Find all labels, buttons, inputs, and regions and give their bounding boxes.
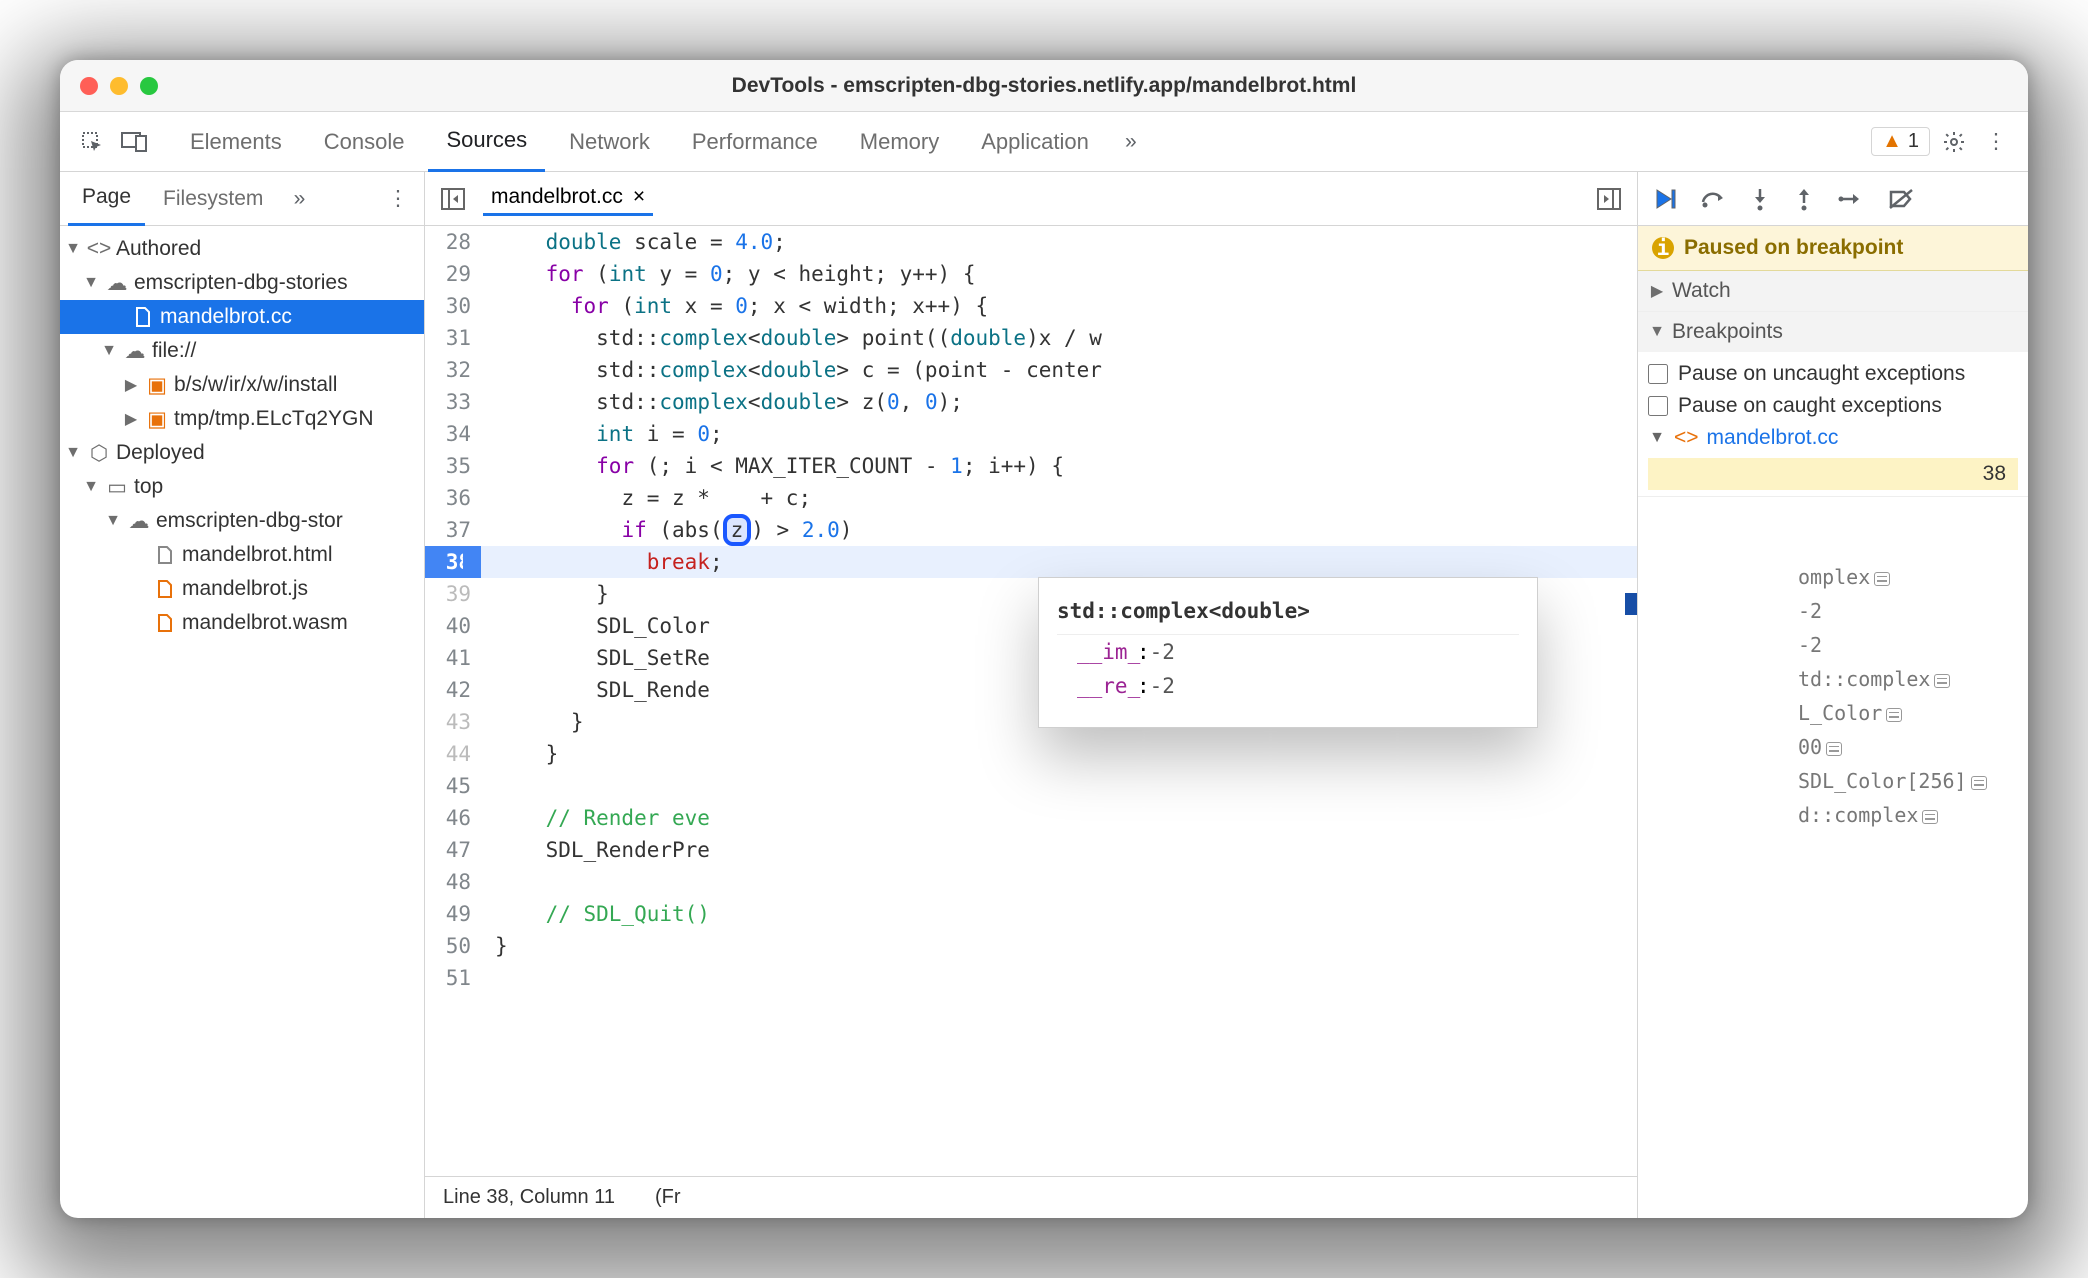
editor-tab[interactable]: mandelbrot.cc×	[483, 181, 653, 216]
deactivate-breakpoints-icon[interactable]	[1888, 188, 1914, 210]
toggle-debugger-icon[interactable]	[1591, 181, 1627, 217]
tab-network[interactable]: Network	[551, 112, 668, 172]
tree-deployed[interactable]: ▼⬡Deployed	[60, 436, 424, 470]
main-toolbar: Elements Console Sources Network Perform…	[60, 112, 2028, 172]
body: Page Filesystem » ⋮ ▼<>Authored ▼☁emscri…	[60, 172, 2028, 1218]
breakpoints-header[interactable]: ▼Breakpoints	[1638, 312, 2028, 352]
pause-uncaught-checkbox[interactable]: Pause on uncaught exceptions	[1648, 358, 2018, 390]
resume-icon[interactable]	[1654, 188, 1676, 210]
tree-origin-2[interactable]: ▼☁emscripten-dbg-stor	[60, 504, 424, 538]
step-over-icon[interactable]	[1700, 188, 1726, 210]
breakpoint-file[interactable]: ▼<>mandelbrot.cc	[1648, 422, 2018, 454]
cursor-position: Line 38, Column 11	[443, 1186, 615, 1209]
step-into-icon[interactable]	[1750, 187, 1770, 211]
step-icon[interactable]	[1838, 189, 1864, 209]
coverage-marker	[1625, 593, 1637, 615]
scope-values: omplex-2-2td::complexL_Color00SDL_Color[…	[1798, 560, 2028, 832]
editor-statusbar: Line 38, Column 11 (Fr	[425, 1176, 1637, 1218]
info-icon: i	[1652, 237, 1674, 259]
toggle-navigator-icon[interactable]	[435, 181, 471, 217]
breakpoints-section: ▼Breakpoints Pause on uncaught exception…	[1638, 312, 2028, 497]
device-toolbar-icon[interactable]	[116, 124, 152, 160]
debugger-toolbar	[1638, 172, 2028, 226]
inspect-icon[interactable]	[74, 124, 110, 160]
more-icon[interactable]: ⋮	[1978, 124, 2014, 160]
navigator-tabs-overflow-icon[interactable]: »	[281, 181, 317, 217]
editor-panel: mandelbrot.cc× 28 double scale = 4.0;29 …	[425, 172, 1638, 1218]
paused-banner: i Paused on breakpoint	[1638, 226, 2028, 271]
tab-performance[interactable]: Performance	[674, 112, 836, 172]
tree-folder-2[interactable]: ▶▣tmp/tmp.ELcTq2YGN	[60, 402, 424, 436]
window-title: DevTools - emscripten-dbg-stories.netlif…	[60, 74, 2028, 98]
settings-icon[interactable]	[1936, 124, 1972, 160]
tab-sources[interactable]: Sources	[428, 112, 545, 172]
tree-file-html[interactable]: mandelbrot.html	[60, 538, 424, 572]
tree-file-selected[interactable]: mandelbrot.cc	[60, 300, 424, 334]
tree-file-wasm[interactable]: mandelbrot.wasm	[60, 606, 424, 640]
step-out-icon[interactable]	[1794, 187, 1814, 211]
navigator-tab-filesystem[interactable]: Filesystem	[149, 172, 277, 226]
status-extra: (Fr	[655, 1186, 681, 1209]
tree-top[interactable]: ▼▭top	[60, 470, 424, 504]
tab-memory[interactable]: Memory	[842, 112, 957, 172]
window: DevTools - emscripten-dbg-stories.netlif…	[60, 60, 2028, 1218]
tree-fileproto[interactable]: ▼☁file://	[60, 334, 424, 368]
tree-folder-1[interactable]: ▶▣b/s/w/ir/x/w/install	[60, 368, 424, 402]
file-tree: ▼<>Authored ▼☁emscripten-dbg-stories man…	[60, 226, 424, 1218]
tree-origin-1[interactable]: ▼☁emscripten-dbg-stories	[60, 266, 424, 300]
tooltip-type: std::complex<double>	[1057, 588, 1519, 635]
navigator-panel: Page Filesystem » ⋮ ▼<>Authored ▼☁emscri…	[60, 172, 425, 1218]
watch-section[interactable]: ▶Watch	[1638, 271, 2028, 312]
tab-elements[interactable]: Elements	[172, 112, 300, 172]
warn-count: 1	[1908, 130, 1919, 153]
debugger-panel: i Paused on breakpoint ▶Watch ▼Breakpoin…	[1638, 172, 2028, 1218]
tabs-overflow-icon[interactable]: »	[1113, 124, 1149, 160]
navigator-more-icon[interactable]: ⋮	[380, 181, 416, 217]
breakpoint-line[interactable]: 38	[1648, 458, 2018, 490]
tree-authored[interactable]: ▼<>Authored	[60, 232, 424, 266]
tab-application[interactable]: Application	[963, 112, 1107, 172]
navigator-tab-page[interactable]: Page	[68, 172, 145, 226]
close-tab-icon[interactable]: ×	[633, 185, 645, 209]
value-tooltip: std::complex<double> __im_: -2__re_: -2	[1038, 577, 1538, 728]
issues-badge[interactable]: ▲1	[1871, 127, 1930, 156]
pause-caught-checkbox[interactable]: Pause on caught exceptions	[1648, 390, 2018, 422]
tree-file-js[interactable]: mandelbrot.js	[60, 572, 424, 606]
tab-console[interactable]: Console	[306, 112, 423, 172]
titlebar: DevTools - emscripten-dbg-stories.netlif…	[60, 60, 2028, 112]
